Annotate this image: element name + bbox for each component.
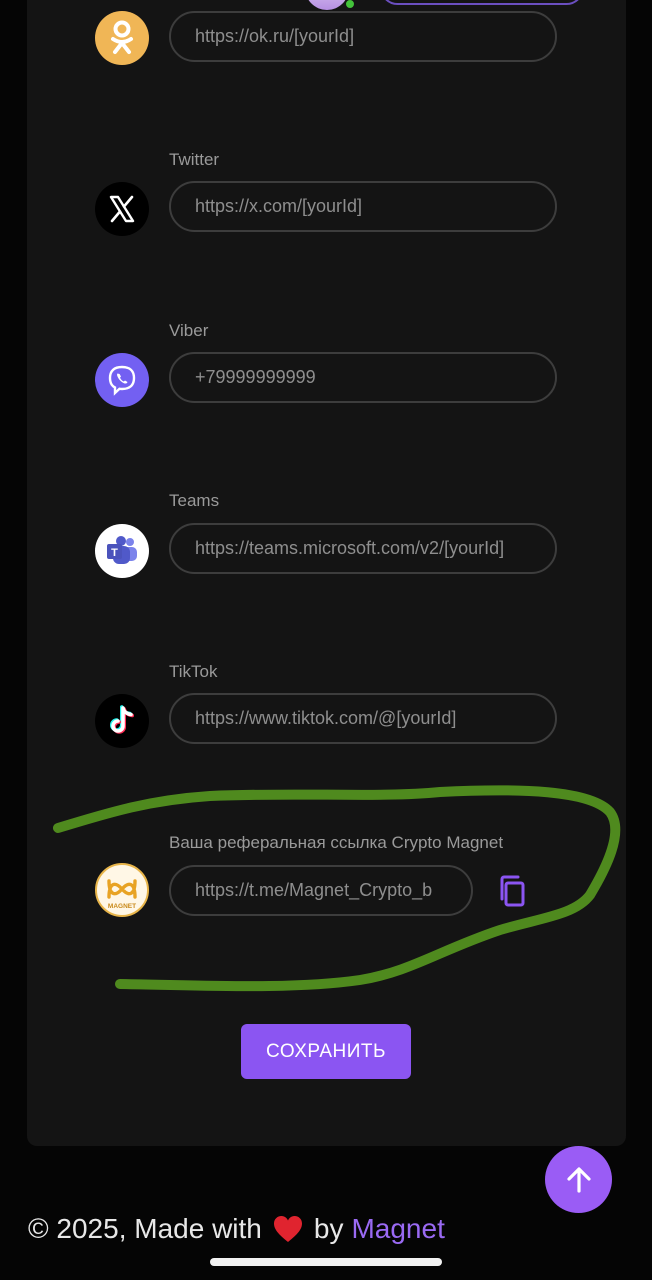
viber-icon	[95, 353, 149, 407]
teams-icon: T	[95, 524, 149, 578]
header-pill-button[interactable]	[380, 0, 584, 5]
home-indicator	[210, 1258, 442, 1266]
copy-icon[interactable]	[494, 871, 530, 911]
teams-url-input[interactable]: https://teams.microsoft.com/v2/[yourId]	[169, 523, 557, 574]
tiktok-icon	[95, 694, 149, 748]
x-logo-icon	[95, 182, 149, 236]
magnet-logo-icon: MAGNET	[95, 863, 149, 917]
profile-social-links-page: https://ok.ru/[yourId] Twitter https://x…	[0, 0, 652, 1280]
twitter-label: Twitter	[169, 150, 220, 169]
referral-label: Ваша реферальная ссылка Crypto Magnet	[169, 833, 504, 852]
tiktok-label: TikTok	[169, 662, 218, 681]
footer-brand-link[interactable]: Magnet	[351, 1213, 444, 1245]
scroll-to-top-button[interactable]	[545, 1146, 612, 1213]
twitter-url-input[interactable]: https://x.com/[yourId]	[169, 181, 557, 232]
odnoklassniki-icon	[95, 11, 149, 65]
tiktok-url-input[interactable]: https://www.tiktok.com/@[yourId]	[169, 693, 557, 744]
ok-url-input[interactable]: https://ok.ru/[yourId]	[169, 11, 557, 62]
referral-link-input[interactable]: https://t.me/Magnet_Crypto_b	[169, 865, 473, 916]
heart-icon	[273, 1216, 302, 1242]
viber-label: Viber	[169, 321, 209, 340]
magnet-logo-text: MAGNET	[108, 903, 136, 910]
teams-label: Teams	[169, 491, 220, 510]
footer-copyright: © 2025, Made with	[28, 1213, 262, 1244]
viber-phone-input[interactable]: +79999999999	[169, 352, 557, 403]
footer-by: by	[313, 1213, 344, 1244]
arrow-up-icon	[566, 1166, 591, 1193]
footer: © 2025, Made with by Magnet	[28, 1213, 445, 1245]
save-button[interactable]: СОХРАНИТЬ	[241, 1024, 411, 1079]
svg-text:T: T	[111, 547, 118, 559]
